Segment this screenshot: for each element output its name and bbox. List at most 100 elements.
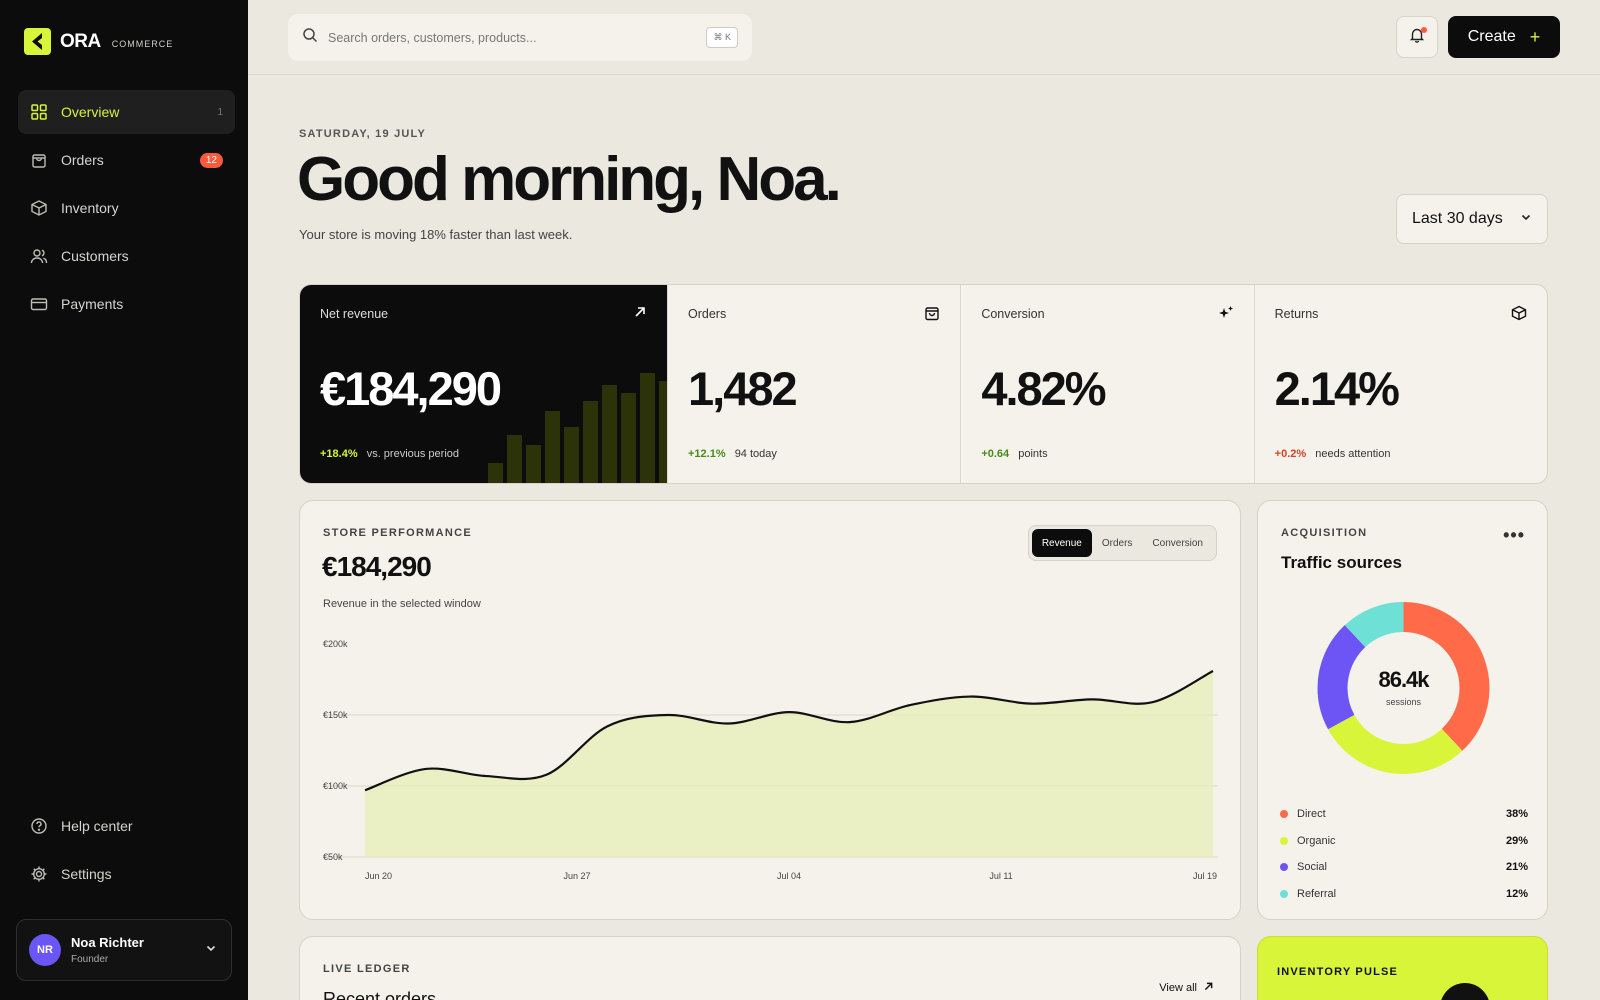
kpi-delta: +18.4% bbox=[320, 448, 358, 460]
live-ledger-card: LIVE LEDGER Recent orders View all bbox=[299, 936, 1241, 1000]
sidebar-item-customers[interactable]: Customers bbox=[18, 234, 235, 278]
user-role: Founder bbox=[71, 954, 109, 965]
user-info: Noa Richter Founder bbox=[71, 935, 205, 965]
kpi-conversion[interactable]: Conversion 4.82% +0.64 points bbox=[960, 285, 1253, 483]
search-input[interactable]: Search orders, customers, products... ⌘ … bbox=[288, 14, 752, 61]
donut-value: 86.4k bbox=[1378, 667, 1429, 692]
sidebar-item-overview[interactable]: Overview 1 bbox=[18, 90, 235, 134]
sidebar-item-inventory[interactable]: Inventory bbox=[18, 186, 235, 230]
card-kicker: INVENTORY PULSE bbox=[1277, 966, 1399, 978]
kpi-returns[interactable]: Returns 2.14% +0.2% needs attention bbox=[1253, 285, 1547, 483]
x-tick-label: Jul 04 bbox=[777, 871, 801, 881]
legend-label: Referral bbox=[1297, 887, 1337, 900]
kpi-strip: Net revenue €184,290 +18.4% vs. previous… bbox=[299, 284, 1548, 484]
chevron-down-icon bbox=[1520, 210, 1532, 228]
sidebar-item-help-center[interactable]: Help center bbox=[18, 804, 235, 848]
view-all-label: View all bbox=[1159, 982, 1197, 994]
traffic-legend: Direct 38% Organic 29% Social 21% Referr… bbox=[1280, 801, 1528, 907]
brand-name: ORA bbox=[60, 30, 101, 52]
card-kicker: LIVE LEDGER bbox=[323, 963, 411, 975]
date-range-select[interactable]: Last 30 days bbox=[1396, 194, 1548, 244]
x-tick-label: Jun 27 bbox=[563, 871, 590, 881]
search-placeholder: Search orders, customers, products... bbox=[328, 30, 537, 45]
topbar: Search orders, customers, products... ⌘ … bbox=[248, 0, 1600, 75]
avatar: NR bbox=[29, 934, 61, 966]
sidebar-item-label: Orders bbox=[61, 152, 104, 168]
orders-count-badge: 12 bbox=[199, 152, 223, 168]
legend-value: 29% bbox=[1505, 834, 1528, 847]
sidebar-item-label: Settings bbox=[61, 866, 112, 882]
sidebar-nav: Overview 1 Orders 12 Inventory Customers bbox=[18, 90, 235, 330]
legend-value: 38% bbox=[1505, 808, 1528, 821]
shopping-bag-icon bbox=[30, 151, 48, 169]
help-circle-icon bbox=[30, 817, 48, 835]
y-tick-label: €100k bbox=[323, 781, 348, 791]
gear-icon bbox=[30, 865, 48, 883]
legend-swatch bbox=[1280, 863, 1288, 872]
legend-value: 21% bbox=[1505, 861, 1528, 874]
revenue-chart: €200k €150k €100k €50k Jun 20 Jun 27 Jul 04 Jul… bbox=[323, 639, 1218, 881]
arrow-up-right-icon bbox=[1203, 981, 1214, 995]
kpi-orders[interactable]: Orders 1,482 +12.1% 94 today bbox=[667, 285, 960, 483]
kpi-label: Orders bbox=[688, 307, 727, 321]
donut-label: sessions bbox=[1385, 697, 1421, 707]
sidebar-item-orders[interactable]: Orders 12 bbox=[18, 138, 235, 182]
legend-item: Social 21% bbox=[1280, 854, 1528, 881]
view-all-link[interactable]: View all bbox=[1159, 981, 1214, 995]
notifications-button[interactable] bbox=[1396, 16, 1438, 58]
user-name: Noa Richter bbox=[71, 935, 144, 950]
box-icon bbox=[1511, 305, 1527, 326]
traffic-donut-chart bbox=[1317, 602, 1490, 774]
sidebar: ORA COMMERCE Overview 1 Orders 12 Invent… bbox=[0, 0, 248, 1000]
x-tick-label: Jul 19 bbox=[1193, 871, 1217, 881]
arrow-up-right-icon bbox=[633, 305, 647, 324]
kpi-value: 1,482 bbox=[688, 362, 798, 415]
legend-label: Organic bbox=[1297, 834, 1336, 847]
x-tick-label: Jul 11 bbox=[989, 871, 1012, 881]
page-subtitle: Your store is moving 18% faster than las… bbox=[299, 227, 573, 242]
credit-card-icon bbox=[30, 295, 48, 313]
brand[interactable]: ORA COMMERCE bbox=[24, 28, 173, 55]
ledger-title: Recent orders bbox=[323, 989, 437, 1000]
legend-swatch bbox=[1280, 889, 1288, 898]
sidebar-item-label: Help center bbox=[61, 818, 133, 834]
kpi-note: 94 today bbox=[734, 448, 777, 460]
kpi-footer: +12.1% 94 today bbox=[688, 448, 777, 460]
brand-sub: COMMERCE bbox=[111, 39, 174, 49]
kpi-label: Returns bbox=[1274, 307, 1319, 321]
legend-item: Direct 38% bbox=[1280, 801, 1528, 828]
kpi-value: €184,290 bbox=[320, 362, 502, 415]
kpi-note: vs. previous period bbox=[366, 448, 460, 460]
chevron-down-icon bbox=[205, 941, 217, 959]
search-icon bbox=[302, 27, 318, 48]
kpi-label: Net revenue bbox=[320, 307, 389, 321]
shopping-bag-icon bbox=[924, 305, 940, 326]
inventory-pulse-card[interactable]: INVENTORY PULSE bbox=[1257, 936, 1548, 1000]
kpi-note: points bbox=[1018, 448, 1048, 460]
users-icon bbox=[30, 247, 48, 265]
legend-value: 12% bbox=[1505, 887, 1528, 900]
pulse-indicator bbox=[1440, 983, 1490, 1000]
kpi-delta: +0.2% bbox=[1274, 448, 1307, 460]
brand-logo-icon bbox=[24, 28, 51, 55]
sidebar-item-payments[interactable]: Payments bbox=[18, 282, 235, 326]
legend-item: Organic 29% bbox=[1280, 828, 1528, 855]
legend-label: Direct bbox=[1297, 808, 1326, 821]
box-icon bbox=[30, 199, 48, 217]
user-menu[interactable]: NR Noa Richter Founder bbox=[16, 919, 232, 981]
revenue-sparkbars bbox=[488, 373, 668, 483]
create-button-label: Create bbox=[1467, 28, 1516, 45]
create-button[interactable]: Create + bbox=[1448, 16, 1560, 58]
legend-label: Social bbox=[1297, 861, 1327, 874]
x-tick-label: Jun 20 bbox=[365, 871, 392, 881]
plus-icon: + bbox=[1529, 26, 1541, 47]
kpi-footer: +0.64 points bbox=[981, 448, 1047, 460]
kpi-net-revenue[interactable]: Net revenue €184,290 +18.4% vs. previous… bbox=[300, 285, 668, 483]
sidebar-item-label: Inventory bbox=[61, 200, 119, 216]
sidebar-item-settings[interactable]: Settings bbox=[18, 852, 235, 896]
sparkle-icon bbox=[1218, 305, 1234, 326]
sidebar-item-label: Overview bbox=[61, 104, 120, 120]
sidebar-bottom-nav: Help center Settings bbox=[18, 804, 235, 900]
kpi-label: Conversion bbox=[981, 307, 1045, 321]
y-tick-label: €200k bbox=[323, 639, 348, 649]
